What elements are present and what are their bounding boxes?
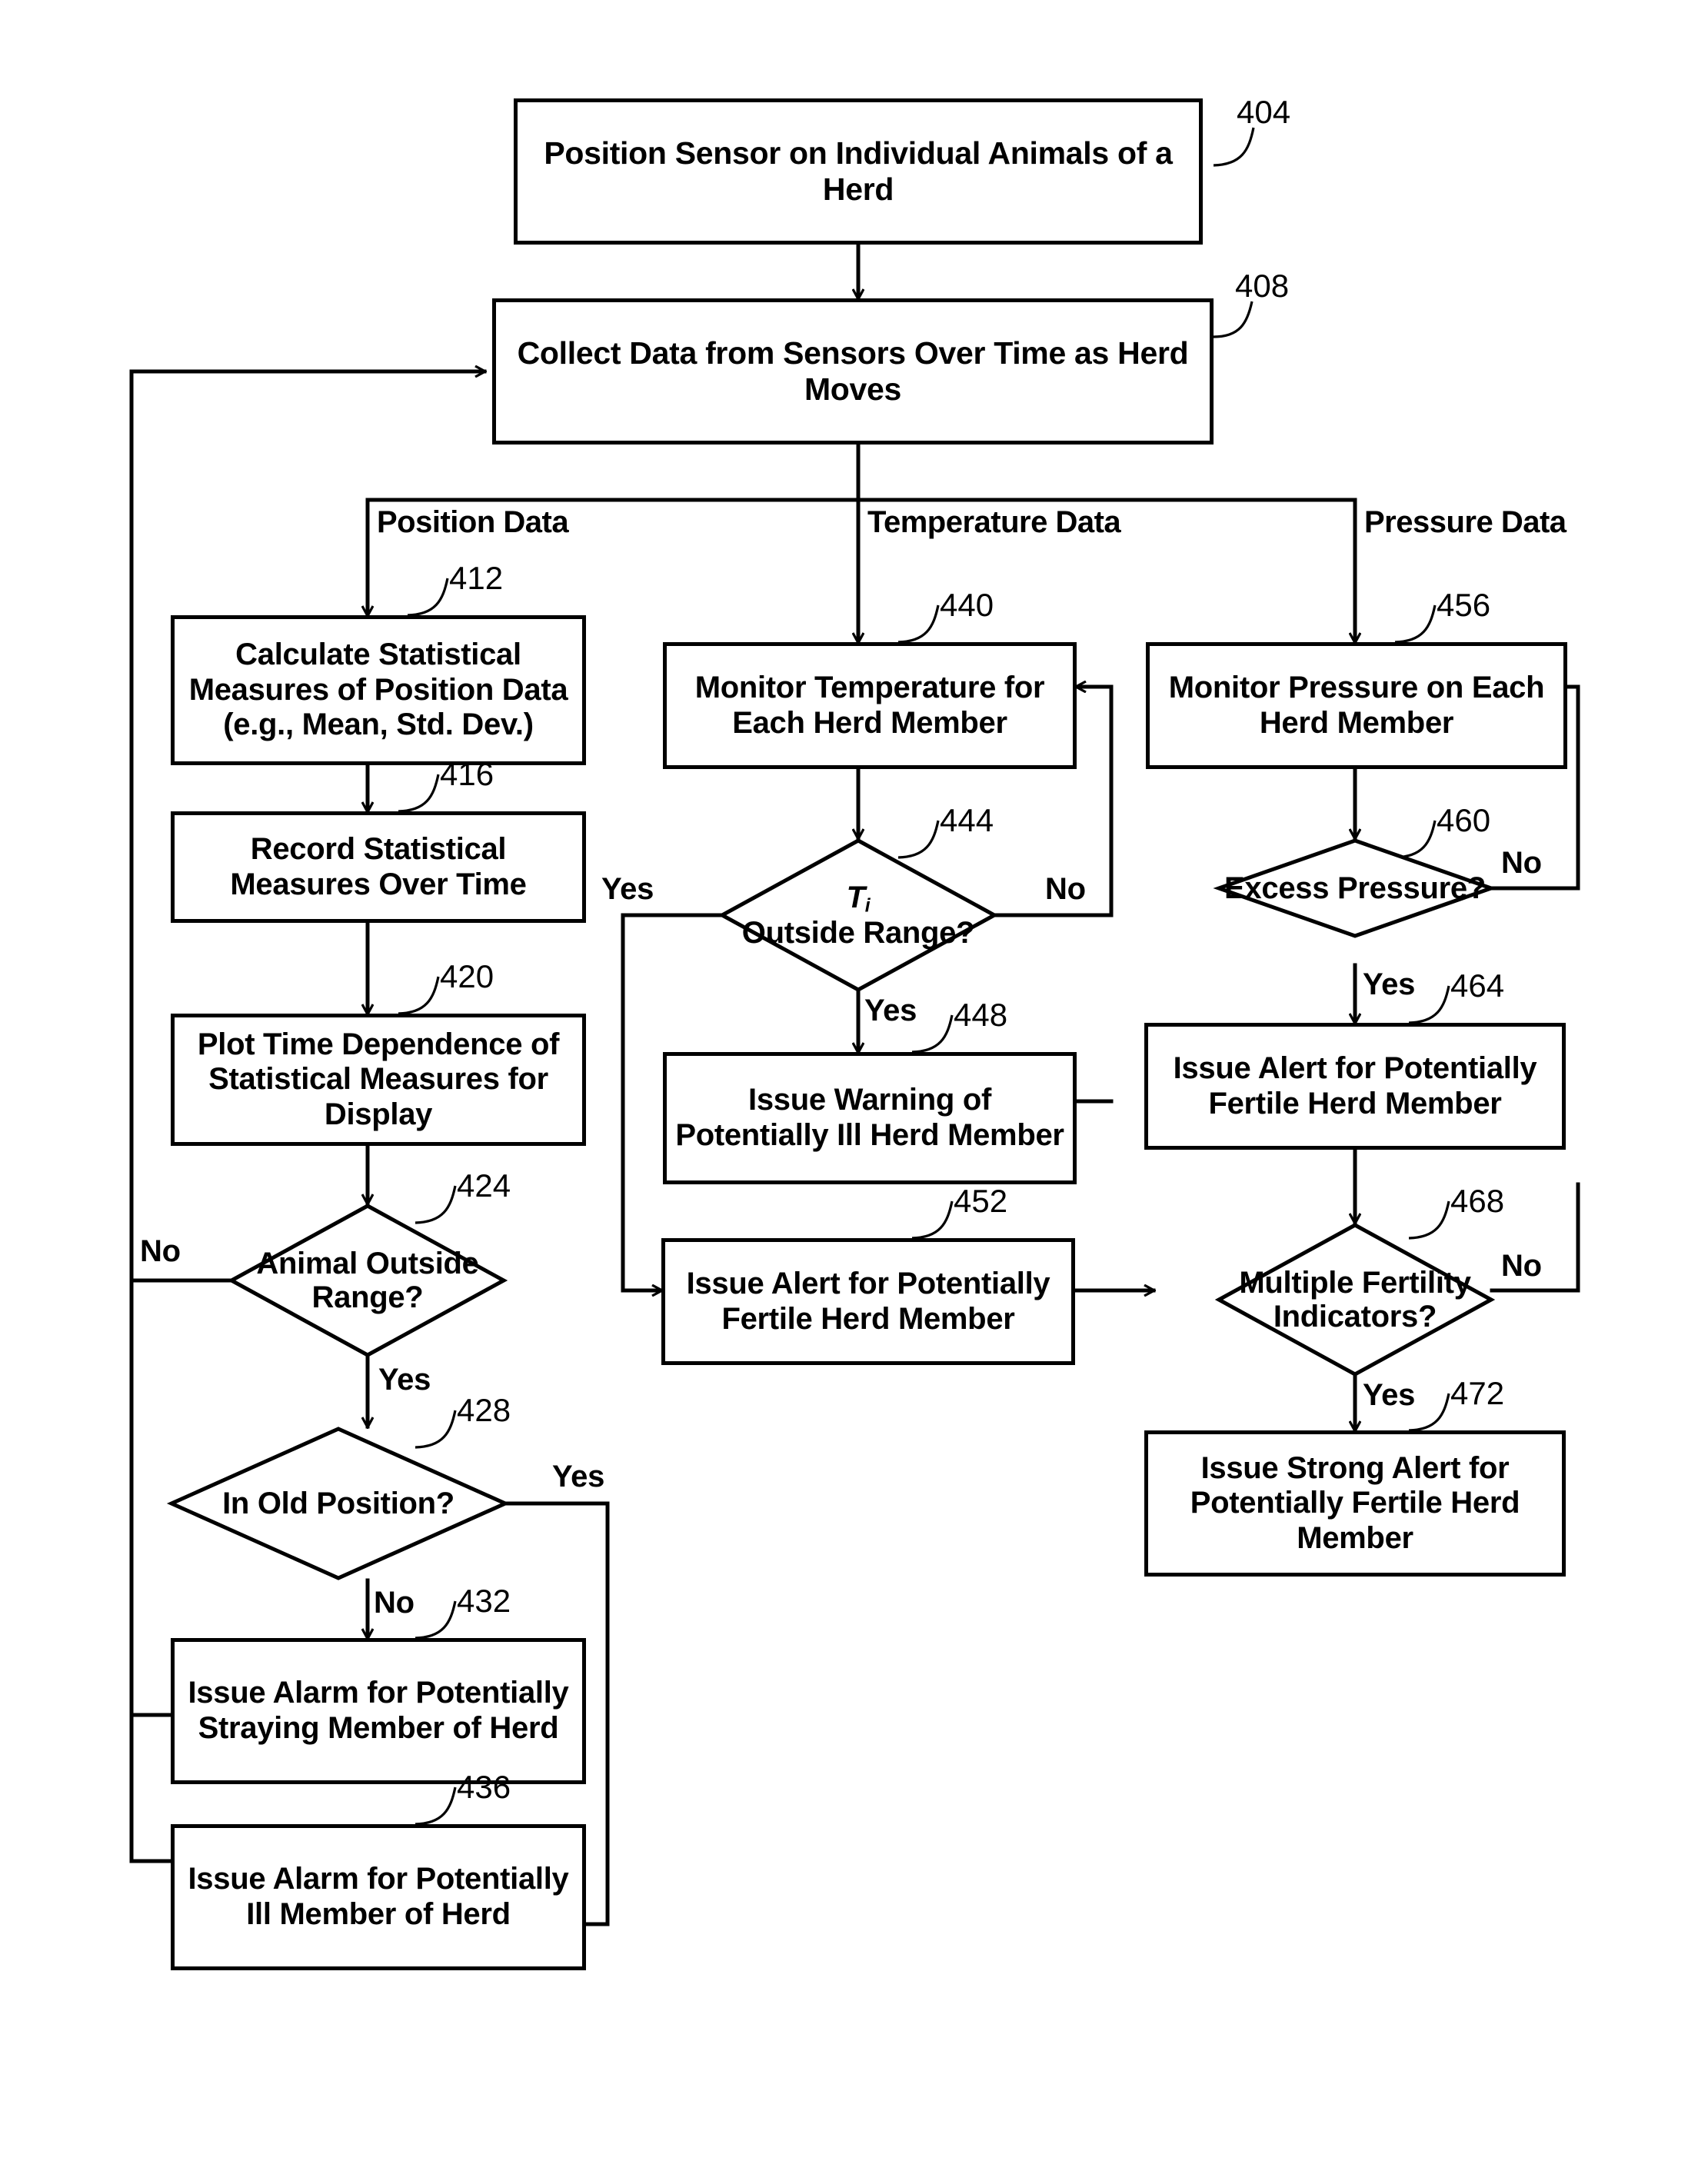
decision-428: In Old Position? — [166, 1427, 511, 1580]
decision-428-label: In Old Position? — [222, 1487, 454, 1520]
ref-424: 424 — [457, 1167, 511, 1204]
edge-label-424-yes: Yes — [378, 1363, 431, 1397]
decision-444-math: Ti — [846, 880, 871, 917]
node-416: Record Statistical Measures Over Time — [171, 811, 586, 923]
edge-label-468-no: No — [1501, 1249, 1542, 1283]
ref-448: 448 — [954, 997, 1008, 1033]
node-464-label: Issue Alert for Potentially Fertile Herd… — [1173, 1051, 1537, 1120]
ref-404: 404 — [1237, 94, 1291, 130]
edge-label-428-yes: Yes — [552, 1460, 605, 1493]
decision-468: Multiple Fertility Indicators? — [1214, 1223, 1496, 1377]
node-440-label: Monitor Temperature for Each Herd Member — [694, 670, 1045, 740]
node-456: Monitor Pressure on Each Herd Member — [1146, 642, 1567, 769]
ref-440: 440 — [940, 587, 994, 623]
node-448: Issue Warning of Potentially Ill Herd Me… — [663, 1052, 1077, 1184]
ref-460: 460 — [1437, 802, 1491, 838]
node-404-label: Position Sensor on Individual Animals of… — [544, 135, 1173, 207]
ref-468: 468 — [1450, 1183, 1505, 1219]
ref-408: 408 — [1235, 268, 1290, 304]
decision-424: Animal Outside Range? — [227, 1204, 508, 1357]
branch-label-position-data: Position Data — [377, 505, 569, 539]
node-412: Calculate Statistical Measures of Positi… — [171, 615, 586, 765]
ref-444: 444 — [940, 802, 994, 838]
ref-472: 472 — [1450, 1375, 1505, 1411]
ref-412: 412 — [449, 560, 504, 596]
decision-468-label: Multiple Fertility Indicators? — [1239, 1266, 1471, 1334]
node-408: Collect Data from Sensors Over Time as H… — [492, 298, 1214, 445]
decision-460: Excess Pressure? — [1213, 838, 1497, 938]
branch-label-pressure-data: Pressure Data — [1364, 505, 1566, 539]
branch-label-temperature-data: Temperature Data — [867, 505, 1121, 539]
ref-464: 464 — [1450, 967, 1505, 1004]
edge-label-460-no: No — [1501, 846, 1542, 880]
node-448-label: Issue Warning of Potentially Ill Herd Me… — [675, 1083, 1064, 1152]
edge-label-460-yes: Yes — [1363, 967, 1416, 1001]
edge-label-468-yes: Yes — [1363, 1378, 1416, 1412]
flowchart-sheet: Position Sensor on Individual Animals of… — [0, 0, 1708, 2171]
ref-416: 416 — [440, 756, 494, 792]
edge-label-424-no: No — [140, 1234, 181, 1268]
node-452: Issue Alert for Potentially Fertile Herd… — [661, 1238, 1075, 1365]
ref-456: 456 — [1437, 587, 1491, 623]
node-416-label: Record Statistical Measures Over Time — [230, 831, 527, 901]
ref-432: 432 — [457, 1583, 511, 1619]
decision-460-label: Excess Pressure? — [1224, 871, 1486, 905]
decision-444: Ti Outside Range? — [717, 838, 999, 992]
node-412-label: Calculate Statistical Measures of Positi… — [188, 638, 568, 742]
decision-444-text: Outside Range? — [741, 916, 975, 951]
edge-label-444-yes-down: Yes — [864, 994, 917, 1027]
node-432-label: Issue Alarm for Potentially Straying Mem… — [188, 1676, 569, 1745]
decision-424-label: Animal Outside Range? — [256, 1247, 479, 1314]
ref-436: 436 — [457, 1769, 511, 1805]
decision-444-label: Ti Outside Range? — [742, 881, 975, 951]
ref-420: 420 — [440, 958, 494, 994]
node-464: Issue Alert for Potentially Fertile Herd… — [1144, 1023, 1566, 1150]
ref-452: 452 — [954, 1183, 1008, 1219]
node-456-label: Monitor Pressure on Each Herd Member — [1168, 670, 1545, 740]
node-472-label: Issue Strong Alert for Potentially Ferti… — [1190, 1450, 1520, 1555]
node-408-label: Collect Data from Sensors Over Time as H… — [517, 335, 1189, 407]
node-472: Issue Strong Alert for Potentially Ferti… — [1144, 1430, 1566, 1577]
node-404: Position Sensor on Individual Animals of… — [514, 98, 1203, 245]
ref-428: 428 — [457, 1392, 511, 1428]
node-452-label: Issue Alert for Potentially Fertile Herd… — [686, 1266, 1050, 1336]
node-436: Issue Alarm for Potentially Ill Member o… — [171, 1824, 586, 1970]
edge-label-444-yes-left: Yes — [601, 872, 654, 906]
edge-label-444-no: No — [1045, 872, 1086, 906]
node-420: Plot Time Dependence of Statistical Meas… — [171, 1014, 586, 1146]
node-436-label: Issue Alarm for Potentially Ill Member o… — [188, 1862, 569, 1931]
node-420-label: Plot Time Dependence of Statistical Meas… — [197, 1027, 560, 1131]
node-432: Issue Alarm for Potentially Straying Mem… — [171, 1638, 586, 1784]
node-440: Monitor Temperature for Each Herd Member — [663, 642, 1077, 769]
edge-label-428-no: No — [374, 1586, 415, 1620]
